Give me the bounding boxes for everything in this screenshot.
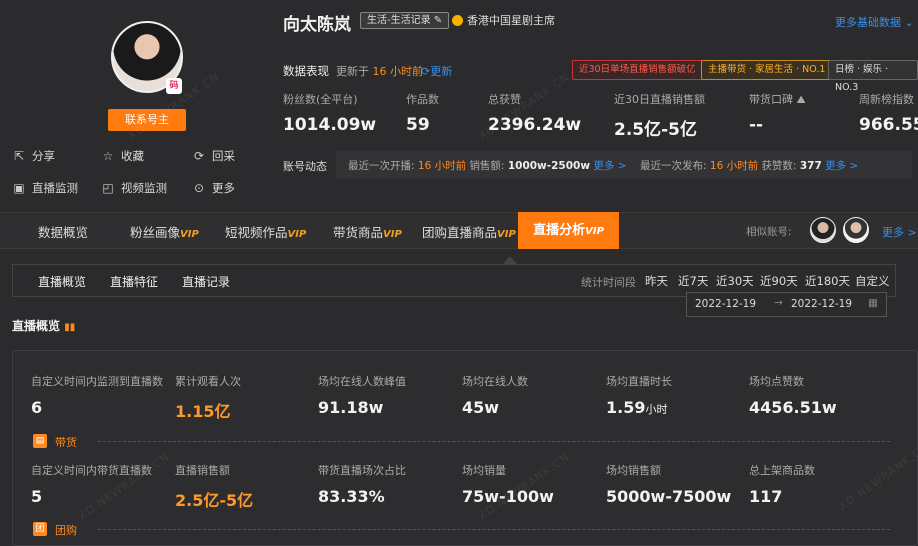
refresh-icon: ⟳ [421, 65, 431, 78]
certification: 香港中国星剧主席 [452, 12, 555, 28]
metric-value: 5 [31, 487, 43, 506]
more-live-link[interactable]: 更多 > [593, 160, 626, 172]
start-date[interactable]: 2022-12-19 [695, 298, 756, 310]
last-live-info: 最近一次开播: 16 小时前 销售额: 1000w-2500w 更多 > [348, 160, 627, 172]
similar-account-avatar-1[interactable] [810, 217, 836, 243]
period-90d[interactable]: 近90天 [760, 273, 798, 289]
end-date[interactable]: 2022-12-19 [791, 298, 852, 310]
more-basic-data-link[interactable]: 更多基础数据 ⌄ [835, 14, 914, 30]
refresh-button[interactable]: ⟳更新 [421, 63, 452, 79]
period-label: 统计时间段 [581, 276, 636, 289]
chart-icon: ⛰ [796, 93, 806, 106]
tab-fans-profile[interactable]: 粉丝画像VIP [130, 222, 199, 241]
edit-icon: ✎ [433, 15, 443, 26]
badge-daily-rank: 日榜 · 娱乐 · NO.3 [828, 60, 918, 93]
tab-overview[interactable]: 数据概览 [38, 222, 88, 241]
stat-value-reputation: -- [749, 115, 764, 135]
group-buy-section-icon: 团 [33, 522, 47, 536]
share-button[interactable]: ⇱ 分享 [12, 148, 55, 164]
account-activity-label: 账号动态 [283, 160, 327, 173]
video-monitor-button[interactable]: ◰ 视频监测 [101, 180, 167, 196]
tab-live-analysis[interactable]: 直播分析VIP [518, 212, 619, 249]
metric-value: 1.15亿 [175, 402, 231, 421]
update-status: 更新于 16 小时前 [336, 65, 423, 78]
metric-value: 83.33% [318, 487, 385, 506]
section-title: 直播概览 ▮▮ [12, 319, 76, 333]
subtab-live-features[interactable]: 直播特征 [110, 273, 158, 290]
stat-label-index: 周新榜指数 [859, 93, 914, 106]
metric-label: 累计观看人次 [175, 375, 241, 388]
stat-value-works: 59 [406, 115, 430, 135]
last-post-info: 最近一次发布: 16 小时前 获赞数: 377 更多 > [640, 160, 859, 172]
tab-short-videos[interactable]: 短视频作品VIP [225, 222, 306, 241]
tab-group-live-goods[interactable]: 团购直播商品VIP [422, 222, 516, 241]
stat-value-index: 966.55 [859, 115, 918, 135]
similar-more-link[interactable]: 更多 > [882, 224, 917, 240]
stat-value-live-sales: 2.5亿-5亿 [614, 120, 697, 140]
metric-label: 场均销售额 [606, 464, 661, 477]
category-tag[interactable]: 生活-生活记录 ✎ [360, 12, 450, 29]
tab-pointer [503, 256, 517, 264]
account-name: 向太陈岚 [283, 15, 351, 35]
stat-label-reputation: 带货口碑 ⛰ [749, 93, 806, 106]
star-icon: ☆ [102, 149, 114, 163]
similar-account-avatar-2[interactable] [843, 217, 869, 243]
metric-value: 2.5亿-5亿 [175, 491, 254, 510]
stat-label-live-sales: 近30日直播销售额 [614, 93, 705, 106]
share-icon: ⇱ [13, 149, 25, 163]
stat-label-works: 作品数 [406, 93, 439, 106]
calendar-icon: ▦ [868, 297, 878, 309]
favorite-button[interactable]: ☆ 收藏 [101, 148, 144, 164]
arrow-right-icon: → [774, 297, 783, 309]
goods-section-icon: ▤ [33, 434, 47, 448]
period-180d[interactable]: 近180天 [805, 273, 850, 289]
metric-value: 4456.51w [749, 398, 837, 417]
period-custom[interactable]: 自定义 [855, 273, 890, 289]
metric-value: 5000w-7500w [606, 487, 732, 506]
subtab-live-records[interactable]: 直播记录 [182, 273, 230, 290]
more-post-link[interactable]: 更多 > [825, 160, 858, 172]
badge-category-rank: 主播带货 · 家居生活 · NO.1 [701, 60, 833, 80]
more-icon: ⊙ [193, 181, 205, 195]
chevron-down-icon: ⌄ [904, 16, 914, 29]
stat-value-fans: 1014.09w [283, 115, 377, 135]
metric-label: 场均销量 [462, 464, 506, 477]
tab-goods[interactable]: 带货商品VIP [333, 222, 402, 241]
metric-value: 45w [462, 398, 500, 417]
metric-label: 场均在线人数峰值 [318, 375, 406, 388]
divider [98, 441, 890, 442]
performance-label: 数据表现 [283, 64, 329, 78]
period-7d[interactable]: 近7天 [678, 273, 708, 289]
goods-section-label: 带货 [55, 436, 77, 449]
similar-accounts-label: 相似账号: [746, 226, 792, 238]
metric-value: 91.18w [318, 398, 384, 417]
metric-value: 6 [31, 398, 43, 417]
period-yesterday[interactable]: 昨天 [645, 273, 668, 289]
metric-label: 直播销售额 [175, 464, 230, 477]
divider [98, 529, 890, 530]
metric-label: 带货直播场次占比 [318, 464, 406, 477]
group-buy-section-label: 团购 [55, 524, 77, 537]
badge-sales-record: 近30日单场直播销售额破亿 [572, 60, 703, 80]
date-range-picker[interactable]: 2022-12-19 → 2022-12-19 ▦ [686, 292, 887, 317]
live-icon: ▣ [13, 181, 25, 195]
metric-value: 1.59小时 [606, 398, 668, 417]
metric-label: 场均在线人数 [462, 375, 528, 388]
period-30d[interactable]: 近30天 [716, 273, 754, 289]
metric-label: 总上架商品数 [749, 464, 815, 477]
recollect-button[interactable]: ⟳ 回采 [192, 148, 235, 164]
verified-icon [452, 14, 463, 26]
subtab-live-overview[interactable]: 直播概览 [38, 273, 86, 290]
more-actions-button[interactable]: ⊙ 更多 [192, 180, 235, 196]
refresh-icon: ⟳ [193, 149, 205, 163]
metric-value: 117 [749, 487, 783, 506]
accent-icon: ▮▮ [64, 322, 76, 333]
video-icon: ◰ [102, 181, 114, 195]
qr-code-icon[interactable]: 码 [166, 78, 182, 94]
live-monitor-button[interactable]: ▣ 直播监测 [12, 180, 78, 196]
metric-label: 场均点赞数 [749, 375, 804, 388]
metric-label: 自定义时间内监测到直播数 [31, 375, 163, 388]
metric-label: 场均直播时长 [606, 375, 672, 388]
stat-label-fans: 粉丝数(全平台) [283, 93, 358, 106]
